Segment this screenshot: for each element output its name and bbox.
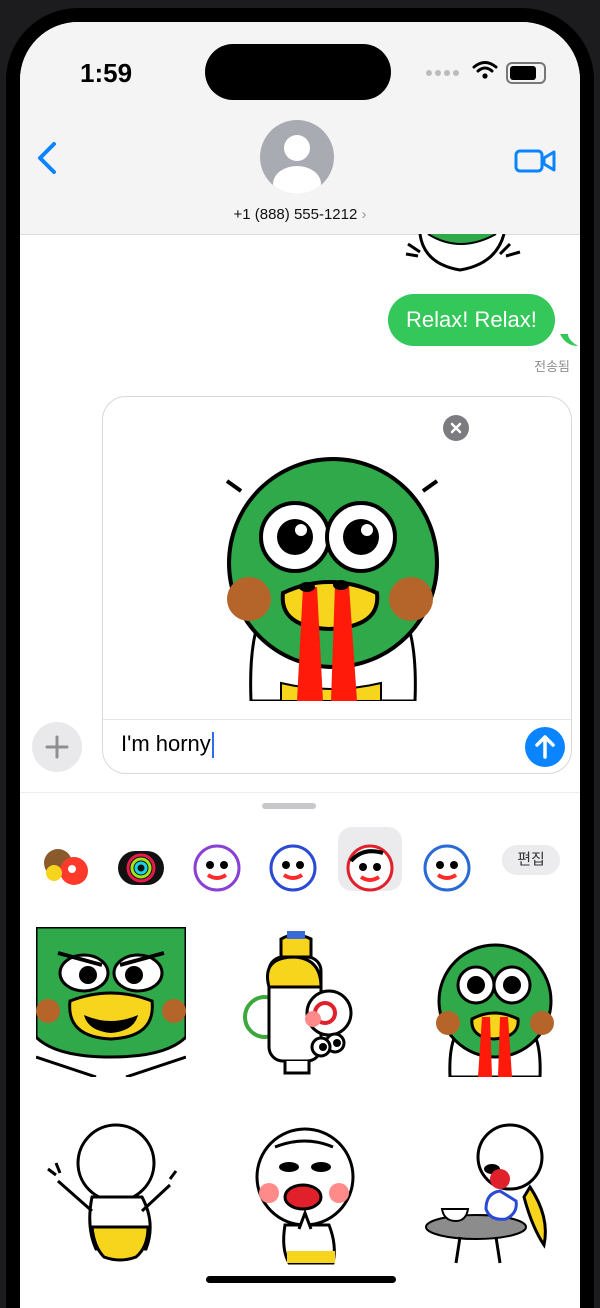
message-bubble-sent[interactable]: Relax! Relax! bbox=[388, 294, 555, 346]
sticker-pack-4[interactable] bbox=[266, 841, 320, 895]
edit-packs-button[interactable]: 편집 bbox=[502, 845, 560, 875]
drawer-grabber[interactable] bbox=[262, 803, 316, 809]
sticker-pack-3[interactable] bbox=[190, 841, 244, 895]
plus-icon bbox=[45, 735, 69, 759]
sticker-tea-party[interactable] bbox=[420, 1117, 570, 1267]
sticker-pack-1[interactable] bbox=[38, 841, 92, 895]
contact-number: +1 (888) 555-1212 bbox=[233, 206, 358, 223]
home-indicator bbox=[206, 1276, 396, 1283]
text-caret bbox=[211, 732, 214, 759]
activity-app-icon[interactable] bbox=[114, 841, 168, 895]
message-input[interactable]: I'm horny bbox=[121, 731, 214, 759]
add-attachment-button[interactable] bbox=[32, 722, 82, 772]
back-chevron-icon[interactable] bbox=[32, 138, 62, 178]
compose-divider bbox=[103, 719, 571, 720]
signal-icon bbox=[426, 70, 459, 76]
screen: 1:59 +1 (888) 555-1212 › Relax! Relax! 전… bbox=[20, 22, 580, 1308]
message-input-text: I'm horny bbox=[121, 731, 211, 756]
compose-field[interactable]: I'm horny bbox=[102, 396, 572, 774]
attached-sticker[interactable] bbox=[211, 451, 451, 701]
sticker-diver-duck[interactable] bbox=[225, 927, 375, 1077]
sticker-smirk-finger[interactable] bbox=[225, 1117, 375, 1267]
contact-chevron: › bbox=[361, 206, 367, 223]
sticker-angry-duck[interactable] bbox=[36, 927, 186, 1077]
dynamic-island bbox=[205, 44, 391, 100]
contact-name[interactable]: +1 (888) 555-1212 › bbox=[20, 206, 580, 223]
status-time: 1:59 bbox=[80, 58, 133, 88]
sticker-back-view[interactable] bbox=[36, 1117, 186, 1267]
video-camera-icon[interactable] bbox=[514, 146, 556, 176]
contact-avatar[interactable] bbox=[260, 120, 334, 194]
sticker-pack-6[interactable] bbox=[420, 841, 474, 895]
sticker-drawer: 편집 bbox=[20, 792, 580, 1308]
send-button[interactable] bbox=[525, 727, 565, 767]
conversation-header: +1 (888) 555-1212 › bbox=[20, 110, 580, 235]
wifi-icon bbox=[472, 61, 498, 79]
send-arrow-icon bbox=[535, 735, 555, 759]
battery-icon bbox=[506, 62, 546, 84]
delivery-status: 전송됨 bbox=[534, 359, 570, 374]
remove-icon bbox=[450, 422, 462, 434]
remove-sticker-button[interactable] bbox=[443, 415, 469, 441]
bubble-tail bbox=[560, 334, 578, 346]
previous-sticker-partial[interactable] bbox=[400, 234, 530, 290]
status-bar: 1:59 bbox=[20, 22, 580, 122]
sticker-pack-5[interactable] bbox=[343, 841, 397, 895]
sticker-nosebleed-duck[interactable] bbox=[420, 927, 570, 1077]
phone-frame: 1:59 +1 (888) 555-1212 › Relax! Relax! 전… bbox=[6, 8, 594, 1308]
